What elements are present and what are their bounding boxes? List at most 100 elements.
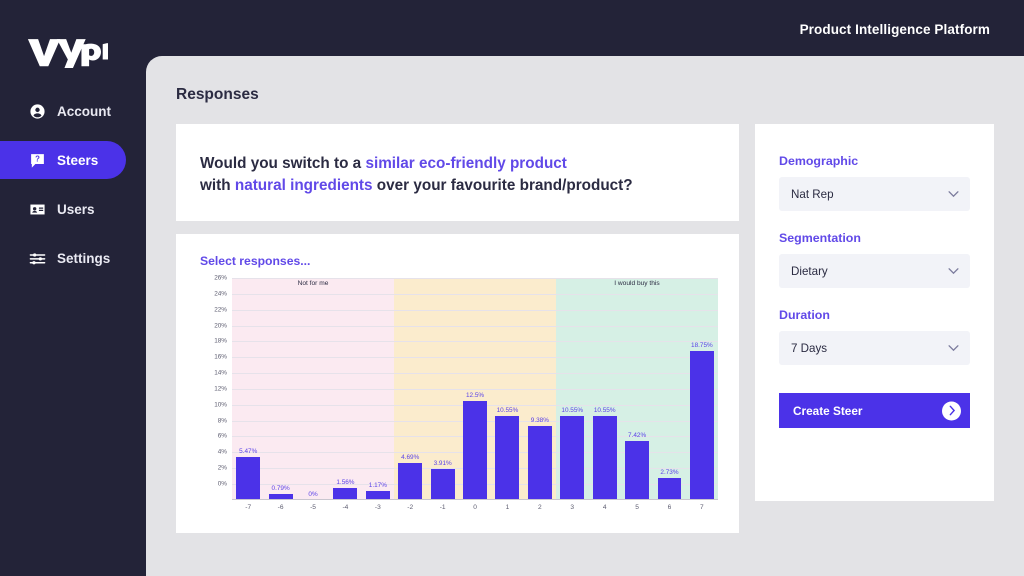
bar[interactable]: 18.75% bbox=[689, 342, 714, 500]
bar-cell[interactable]: 9.38% bbox=[524, 294, 556, 500]
bar-cell[interactable]: 18.75% bbox=[686, 294, 718, 500]
chevron-down-icon bbox=[948, 265, 959, 278]
bar-value-label: 3.91% bbox=[433, 460, 452, 468]
bar-value-label: 10.55% bbox=[496, 407, 519, 415]
bar[interactable]: 7.42% bbox=[625, 432, 650, 500]
duration-select[interactable]: 7 Days bbox=[779, 331, 970, 365]
page-title: Responses bbox=[176, 86, 259, 103]
x-axis-tick-label: -6 bbox=[277, 504, 284, 511]
bar-value-label: 12.5% bbox=[465, 391, 485, 399]
bar[interactable]: 9.38% bbox=[527, 417, 552, 500]
x-axis-line bbox=[232, 499, 718, 500]
create-steer-button[interactable]: Create Steer bbox=[779, 393, 970, 428]
bar-cell[interactable]: 1.17% bbox=[362, 294, 394, 500]
question-text: Would you switch to a similar eco-friend… bbox=[200, 153, 720, 196]
x-axis-tick-label: 2 bbox=[538, 504, 542, 511]
sidebar-item-account[interactable]: Account bbox=[0, 92, 146, 130]
bar-cell[interactable]: 10.55% bbox=[556, 294, 588, 500]
y-axis-tick-label: 10% bbox=[214, 401, 227, 409]
x-axis-tick-label: 5 bbox=[635, 504, 639, 511]
y-axis-tick-label: 6% bbox=[217, 432, 227, 440]
segmentation-label: Segmentation bbox=[779, 231, 861, 245]
sidebar-item-steers[interactable]: ? Steers bbox=[0, 141, 126, 179]
demographic-group: Demographic Nat Rep bbox=[779, 154, 970, 211]
bar-value-label: 1.56% bbox=[336, 478, 355, 486]
bar-value-label: 1.17% bbox=[368, 481, 387, 489]
x-axis-tick-label: 1 bbox=[505, 504, 510, 511]
x-axis-tick-label: 6 bbox=[667, 504, 672, 511]
bar[interactable]: 3.91% bbox=[430, 460, 455, 500]
platform-title: Product Intelligence Platform bbox=[799, 21, 990, 37]
bar-cell[interactable]: 5.47% bbox=[232, 294, 264, 500]
bar-cell[interactable]: 10.55% bbox=[491, 294, 523, 500]
y-axis-tick-label: 0% bbox=[217, 480, 227, 488]
y-axis-tick-label: 16% bbox=[214, 353, 227, 361]
y-axis-labels: 0% 2% 4% 6% 8% 10% 12% 14% 16% 18% 20% 22% 24% 26% bbox=[200, 275, 230, 500]
duration-value: 7 Days bbox=[791, 341, 828, 355]
bar-cell[interactable]: 2.73% bbox=[653, 294, 685, 500]
demographic-label: Demographic bbox=[779, 154, 859, 168]
x-axis-labels: -7 -6 -5 -4 -3 -2 -1 0 1 2 3 4 5 6 7 bbox=[232, 504, 718, 511]
segmentation-select[interactable]: Dietary bbox=[779, 254, 970, 288]
chevron-down-icon bbox=[948, 342, 959, 355]
select-responses-label[interactable]: Select responses... bbox=[200, 254, 310, 268]
account-circle-icon bbox=[28, 102, 46, 120]
y-axis-tick-label: 20% bbox=[214, 322, 227, 330]
demographic-select[interactable]: Nat Rep bbox=[779, 177, 970, 211]
y-axis-tick-label: 2% bbox=[217, 464, 227, 472]
bar-cell[interactable]: 7.42% bbox=[621, 294, 653, 500]
vypr-logo[interactable] bbox=[26, 34, 114, 68]
app-root: Product Intelligence Platform Account ? … bbox=[0, 0, 1024, 576]
bar-series: 5.47% 0.79% 0% 1.56% 1.17% 4.69% 3.91% 12.5% 10.… bbox=[232, 294, 718, 500]
bar-value-label: 10.55% bbox=[593, 407, 616, 415]
sliders-icon bbox=[28, 249, 46, 267]
bar-value-label: 5.47% bbox=[239, 447, 258, 455]
y-axis-tick-label: 22% bbox=[214, 306, 227, 314]
bar-value-label: 0% bbox=[308, 491, 318, 498]
y-axis-tick-label: 18% bbox=[214, 337, 227, 345]
bar-value-label: 9.38% bbox=[530, 416, 549, 424]
bar-cell[interactable]: 12.5% bbox=[459, 294, 491, 500]
question-card: Would you switch to a similar eco-friend… bbox=[176, 124, 739, 221]
sidebar-item-label: Settings bbox=[57, 250, 111, 266]
bar-cell[interactable]: 4.69% bbox=[394, 294, 426, 500]
bar-cell[interactable]: 10.55% bbox=[588, 294, 620, 500]
bar[interactable]: 5.47% bbox=[236, 448, 261, 500]
x-axis-tick-label: 7 bbox=[700, 504, 704, 511]
y-axis-tick-label: 12% bbox=[214, 385, 227, 393]
demographic-value: Nat Rep bbox=[791, 187, 834, 201]
bar[interactable]: 10.55% bbox=[560, 407, 585, 500]
chart-card: Select responses... 0% 2% 4% 6% 8% 10% 12% 14% 1… bbox=[176, 234, 739, 533]
bar[interactable]: 10.55% bbox=[495, 407, 520, 500]
bar-cell[interactable]: 0.79% bbox=[264, 294, 296, 500]
bar-cell[interactable]: 0% bbox=[297, 294, 329, 500]
bar[interactable]: 4.69% bbox=[398, 454, 423, 500]
bar[interactable]: 12.5% bbox=[463, 392, 488, 500]
x-axis-tick-label: -1 bbox=[439, 504, 446, 511]
question-part-plain: over your favourite brand/product? bbox=[372, 176, 633, 194]
bar-cell[interactable]: 1.56% bbox=[329, 294, 361, 500]
controls-card: Demographic Nat Rep Segmentation Dietary bbox=[755, 124, 994, 501]
question-part-highlight: natural ingredients bbox=[234, 176, 373, 194]
segmentation-value: Dietary bbox=[791, 264, 828, 278]
y-axis-tick-label: 14% bbox=[214, 369, 227, 377]
svg-text:?: ? bbox=[35, 154, 40, 163]
bar-value-label: 10.55% bbox=[561, 407, 584, 415]
question-part-plain: with bbox=[200, 176, 235, 194]
bar[interactable]: 10.55% bbox=[592, 407, 617, 500]
sidebar-item-users[interactable]: Users bbox=[0, 190, 146, 228]
plot-area: Not for me I would buy this 5.47% 0.79% 0% 1… bbox=[232, 278, 718, 500]
x-axis-tick-label: -2 bbox=[407, 504, 414, 511]
bar-value-label: 0.79% bbox=[271, 484, 290, 492]
bar-value-label: 18.75% bbox=[691, 342, 713, 350]
sidebar-item-label: Steers bbox=[57, 152, 99, 168]
chevron-right-icon bbox=[942, 401, 961, 420]
create-steer-label: Create Steer bbox=[793, 403, 863, 418]
bar-cell[interactable]: 3.91% bbox=[426, 294, 458, 500]
bar[interactable]: 2.73% bbox=[657, 469, 682, 500]
responses-bar-chart: 0% 2% 4% 6% 8% 10% 12% 14% 16% 18% 20% 22% 24% 26% No… bbox=[200, 275, 718, 518]
x-axis-tick-label: 0 bbox=[473, 504, 477, 511]
sidebar-item-label: Account bbox=[57, 103, 111, 119]
sidebar-nav: Account ? Steers Users Settings bbox=[0, 92, 146, 288]
sidebar-item-settings[interactable]: Settings bbox=[0, 239, 146, 277]
